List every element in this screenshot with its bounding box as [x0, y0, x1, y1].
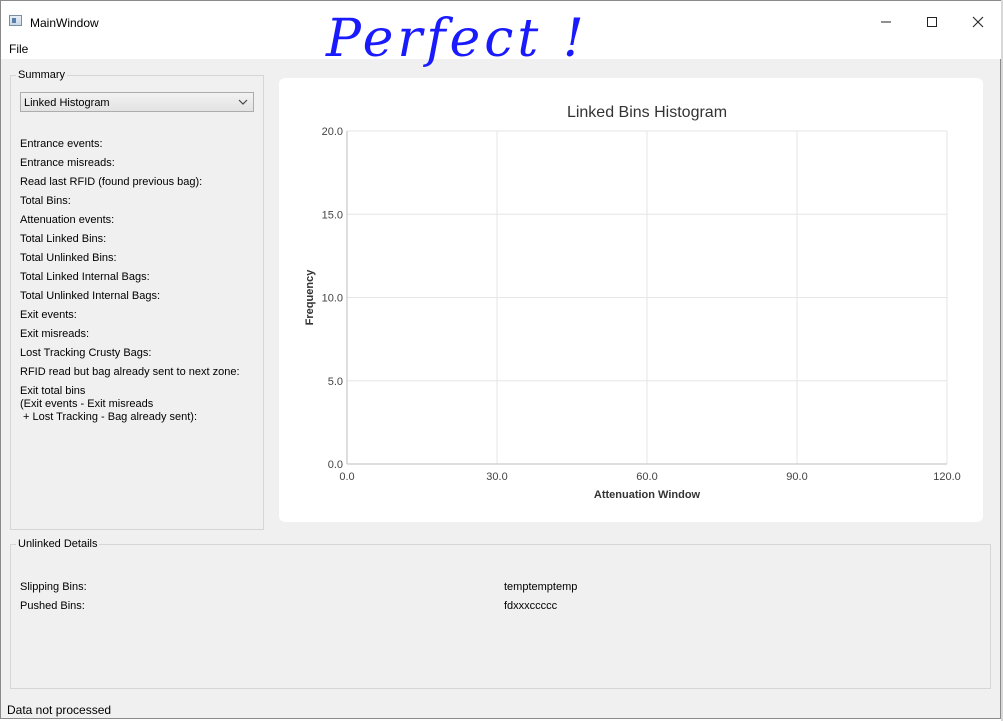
chart-panel: Linked Bins Histogram 0.0 30.0 60.0 90.0 120.… — [279, 78, 983, 522]
y-tick-label: 10.0 — [322, 293, 343, 305]
pushed-bins-label: Pushed Bins: — [20, 600, 85, 612]
slipping-bins-value: temptemptemp — [504, 581, 578, 593]
summary-row-label: Entrance misreads: — [20, 157, 115, 169]
pushed-bins-value: fdxxxccccc — [504, 600, 558, 612]
close-button[interactable] — [955, 7, 1001, 37]
summary-row-label: Attenuation events: — [20, 214, 115, 226]
unlinked-details-groupbox — [10, 544, 991, 689]
window-title: MainWindow — [30, 16, 99, 30]
unlinked-details-title: Unlinked Details — [16, 538, 100, 550]
summary-row-label: + Lost Tracking - Bag already sent): — [20, 411, 198, 423]
histogram-chart: Linked Bins Histogram 0.0 30.0 60.0 90.0 120.… — [304, 104, 961, 501]
maximize-icon — [927, 16, 937, 27]
summary-row-label: (Exit events - Exit misreads — [20, 398, 154, 410]
summary-row-label: Lost Tracking Crusty Bags: — [20, 347, 152, 359]
maximize-button[interactable] — [909, 7, 955, 37]
summary-group-title: Summary — [16, 69, 68, 81]
minimize-button[interactable] — [863, 7, 909, 37]
status-bar-text: Data not processed — [7, 703, 112, 717]
summary-row-label: Total Unlinked Bins: — [20, 252, 117, 264]
summary-row-label: Read last RFID (found previous bag): — [20, 176, 203, 188]
y-tick-label: 5.0 — [328, 376, 343, 388]
x-tick-label: 90.0 — [786, 471, 807, 483]
x-tick-label: 0.0 — [339, 471, 354, 483]
combobox-value: Linked Histogram — [24, 97, 110, 109]
chevron-down-icon — [238, 95, 248, 112]
handwriting-text: Perfect ! — [325, 9, 588, 69]
view-combobox[interactable]: Linked Histogram — [20, 92, 254, 112]
minimize-icon — [881, 21, 891, 23]
summary-row-label: Entrance events: — [20, 138, 103, 150]
handwriting-annotation: Perfect ! — [325, 9, 588, 69]
summary-row-label: Total Linked Bins: — [20, 233, 107, 245]
main-window: MainWindow File Summary Linked Histogram… — [0, 0, 1002, 719]
summary-row-label: RFID read but bag already sent to next z… — [20, 366, 240, 378]
close-icon — [972, 16, 984, 28]
summary-row-label: Exit misreads: — [20, 328, 90, 340]
y-tick-label: 15.0 — [322, 209, 343, 221]
y-axis-label: Frequency — [304, 269, 316, 326]
summary-row-label: Total Linked Internal Bags: — [20, 271, 150, 283]
y-tick-label: 20.0 — [322, 126, 343, 138]
summary-row-label: Total Unlinked Internal Bags: — [20, 290, 161, 302]
x-tick-label: 60.0 — [636, 471, 657, 483]
summary-row-label: Exit total bins — [20, 385, 86, 397]
summary-row-label: Total Bins: — [20, 195, 71, 207]
x-axis-label: Attenuation Window — [594, 489, 701, 501]
summary-row-label: Exit events: — [20, 309, 77, 321]
menu-file[interactable]: File — [9, 42, 28, 56]
chart-title: Linked Bins Histogram — [567, 104, 727, 121]
app-icon — [9, 15, 22, 26]
x-tick-label: 120.0 — [933, 471, 961, 483]
slipping-bins-label: Slipping Bins: — [20, 581, 87, 593]
y-tick-label: 0.0 — [328, 459, 343, 471]
x-tick-label: 30.0 — [486, 471, 507, 483]
